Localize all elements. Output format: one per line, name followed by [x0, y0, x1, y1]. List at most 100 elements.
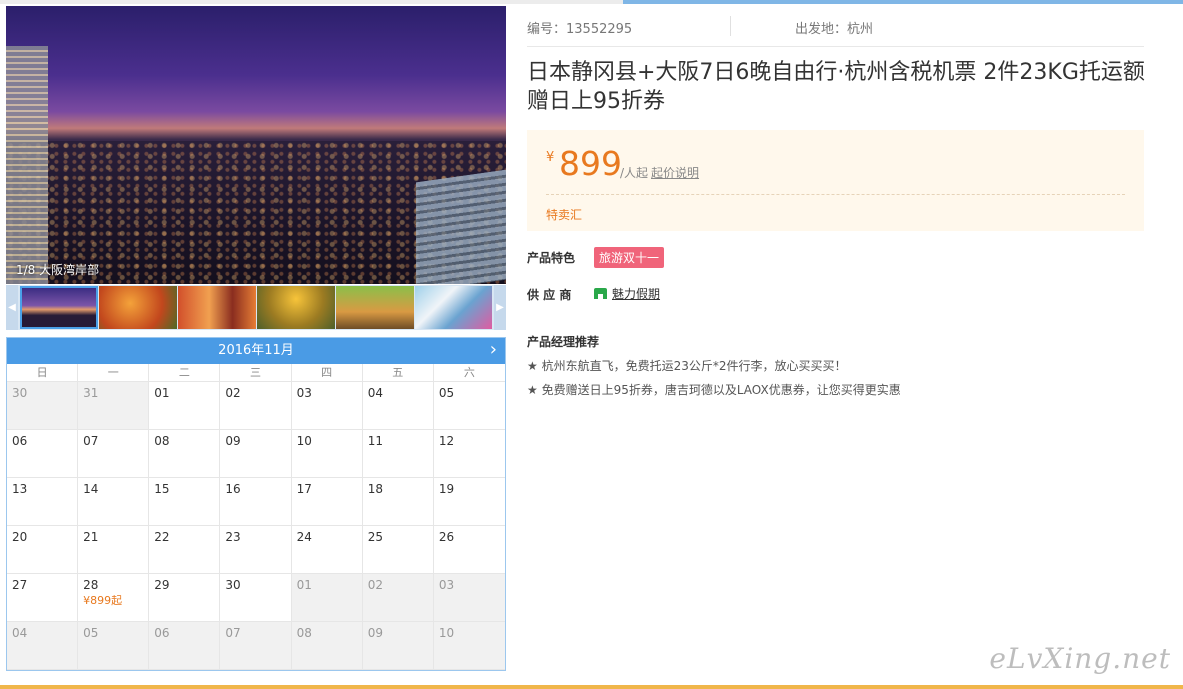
calendar-day[interactable]: 15: [149, 478, 221, 526]
calendar-day[interactable]: 04: [362, 382, 434, 430]
thumbnail-1[interactable]: [20, 286, 98, 329]
watermark: eLvXing.net: [989, 642, 1171, 675]
calendar-day[interactable]: 07: [78, 430, 150, 478]
hero-image[interactable]: 1/8 大阪湾岸部: [6, 6, 506, 284]
weekday-row: 日一二三四五 六: [7, 364, 505, 382]
bottom-border: [0, 685, 1183, 689]
calendar-day[interactable]: 16: [220, 478, 292, 526]
recommend-list: ★ 杭州东航直飞，免费托运23公斤*2件行李，放心买买买！ ★ 免费赠送日上95…: [527, 354, 901, 402]
supplier-link[interactable]: 魅力假期: [594, 285, 660, 302]
supplier-label: 供 应 商: [527, 288, 572, 302]
calendar-day[interactable]: 26: [433, 526, 505, 574]
calendar-day[interactable]: 28 ¥899起: [78, 574, 150, 622]
day-number: 22: [154, 530, 170, 544]
calendar-day[interactable]: 08: [149, 430, 221, 478]
day-number: 24: [296, 530, 312, 544]
calendar-day[interactable]: 12: [433, 430, 505, 478]
day-number: 20: [12, 530, 28, 544]
day-number: 10: [438, 626, 455, 640]
day-number: 15: [154, 482, 170, 496]
weekday-label: 四: [292, 364, 363, 381]
calendar-day[interactable]: 19: [433, 478, 505, 526]
day-number: 08: [296, 626, 312, 640]
day-number: 30: [12, 386, 28, 400]
day-number: 01: [154, 386, 170, 400]
day-number: 02: [367, 578, 383, 592]
calendar-day[interactable]: 01: [149, 382, 221, 430]
thumbnail-3[interactable]: [178, 286, 256, 329]
currency-symbol: ¥: [546, 150, 555, 165]
recommend-item: ★ 免费赠送日上95折券，唐吉珂德以及LAOX优惠券，让您买得更实惠: [527, 383, 901, 397]
calendar-grid: 30 31 01 02 03 04 05 06 07 08 09 10 11 12 13 14 15 16 17 18…: [7, 382, 505, 670]
thumbnail-5[interactable]: [336, 286, 414, 329]
day-number: 02: [225, 386, 241, 400]
price-explain-link[interactable]: 起价说明: [651, 164, 699, 181]
next-arrow-icon[interactable]: ▶: [494, 285, 506, 330]
calendar-day: 01: [291, 574, 363, 622]
calendar-day[interactable]: 23: [220, 526, 292, 574]
calendar-day: 06: [149, 622, 221, 670]
glass-building: [416, 169, 506, 284]
meta-divider: [730, 16, 731, 36]
day-number: 29: [154, 578, 170, 592]
calendar-day[interactable]: 09: [220, 430, 292, 478]
product-title: 日本静冈县+大阪7日6晚自由行·杭州含税机票 2件23KG托运额 赠日上95折券: [527, 60, 1145, 114]
calendar-day: 02: [362, 574, 434, 622]
calendar-day[interactable]: 14: [78, 478, 150, 526]
day-number: 21: [83, 530, 99, 544]
day-number: 01: [296, 578, 312, 592]
weekday-label: 一: [78, 364, 150, 381]
calendar-day[interactable]: 05: [433, 382, 505, 430]
feature-label: 产品特色: [527, 251, 576, 265]
day-number: 10: [296, 434, 312, 448]
calendar-month: 2016年11月: [218, 343, 294, 358]
calendar-header: 2016年11月 ›: [7, 338, 505, 364]
calendar-day[interactable]: 03: [291, 382, 363, 430]
day-number: 19: [438, 482, 455, 496]
calendar-day[interactable]: 24: [291, 526, 363, 574]
day-number: 11: [367, 434, 383, 448]
thumbnail-6[interactable]: [415, 286, 492, 329]
price-unit: /人起: [620, 166, 649, 180]
price-divider: [546, 194, 1125, 195]
tower-building: [6, 46, 48, 284]
calendar-day[interactable]: 06: [7, 430, 79, 478]
calendar-day[interactable]: 21: [78, 526, 150, 574]
calendar-day[interactable]: 18: [362, 478, 434, 526]
thumbnail-4[interactable]: [257, 286, 335, 329]
calendar-day[interactable]: 30: [220, 574, 292, 622]
day-number: 16: [225, 482, 241, 496]
weekday-label: 三: [220, 364, 292, 381]
calendar-day[interactable]: 11: [362, 430, 434, 478]
day-number: 18: [367, 482, 383, 496]
calendar-day[interactable]: 17: [291, 478, 363, 526]
thumbnail-strip: ◀ ▶: [6, 285, 506, 330]
day-number: 07: [83, 434, 99, 448]
calendar-day: 09: [362, 622, 434, 670]
calendar-day: 04: [7, 622, 79, 670]
calendar-day: 07: [220, 622, 292, 670]
weekday-label: 六: [463, 366, 475, 379]
next-month-chevron-icon[interactable]: ›: [490, 338, 497, 362]
day-number: 26: [438, 530, 455, 544]
day-number: 03: [296, 386, 312, 400]
calendar-day[interactable]: 20: [7, 526, 79, 574]
day-number: 08: [154, 434, 170, 448]
calendar-day: 03: [433, 574, 505, 622]
calendar-day[interactable]: 13: [7, 478, 79, 526]
top-border-accent: [623, 0, 1183, 4]
calendar-day[interactable]: 25: [362, 526, 434, 574]
day-number: 04: [12, 626, 28, 640]
calendar-day[interactable]: 22: [149, 526, 221, 574]
thumbnail-2[interactable]: [99, 286, 177, 329]
product-meta: 编号：13552295 出发地：杭州: [527, 16, 1144, 47]
thumbnail-list: [20, 286, 492, 329]
calendar-day[interactable]: 27: [7, 574, 79, 622]
top-border: [0, 0, 1183, 4]
calendar-day[interactable]: 10: [291, 430, 363, 478]
recommend-item: ★ 杭州东航直飞，免费托运23公斤*2件行李，放心买买买！: [527, 359, 847, 373]
calendar-day[interactable]: 29: [149, 574, 221, 622]
prev-arrow-icon[interactable]: ◀: [6, 285, 18, 330]
calendar-day[interactable]: 02: [220, 382, 292, 430]
shop-icon: [594, 288, 607, 299]
